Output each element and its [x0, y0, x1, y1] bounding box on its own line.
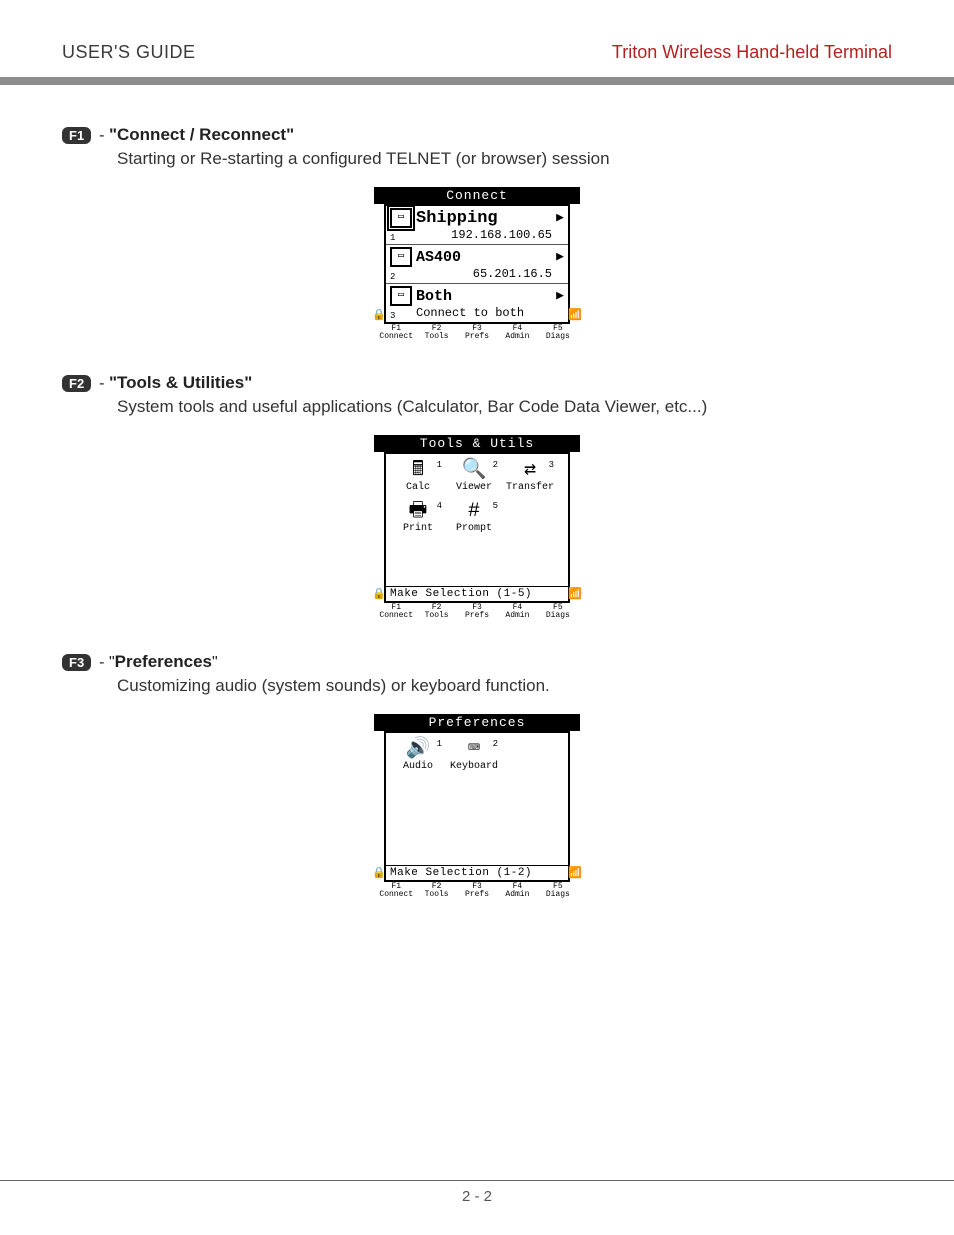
softkey-bar: F1Connect F2Tools F3Prefs F4Admin F5Diag… — [374, 604, 580, 620]
section-f2: F2 - "Tools & Utilities" System tools an… — [62, 373, 892, 620]
content: F1 - "Connect / Reconnect" Starting or R… — [0, 85, 954, 899]
connect-row[interactable]: ▭Shipping 192.168.100.65 1 ▶ — [386, 206, 568, 245]
softkey-bar: F1Connect F2Tools F3Prefs F4Admin F5Diag… — [374, 883, 580, 899]
chevron-right-icon: ▶ — [556, 288, 564, 303]
screen-title: Preferences — [374, 714, 580, 731]
pref-keyboard[interactable]: 2⌨Keyboard — [446, 739, 502, 772]
row-number: 3 — [390, 311, 395, 321]
page-header: USER'S GUIDE Triton Wireless Hand-held T… — [0, 0, 954, 71]
softkey-f2[interactable]: F2Tools — [416, 325, 456, 341]
lock-icon: 🔒 — [374, 452, 384, 603]
lock-icon: 🔒 — [374, 204, 384, 324]
fkey-badge-f3: F3 — [62, 654, 91, 671]
fkey-badge-f1: F1 — [62, 127, 91, 144]
section-heading: F1 - "Connect / Reconnect" — [62, 125, 892, 145]
chevron-right-icon: ▶ — [556, 210, 564, 225]
softkey-f1[interactable]: F1Connect — [376, 325, 416, 341]
dash: - — [99, 654, 109, 671]
row-number: 2 — [390, 272, 395, 282]
terminal-icon: ▭ — [390, 286, 412, 306]
tool-print[interactable]: 4🖶Print — [390, 501, 446, 534]
screen-body: 🔒 ▭Shipping 192.168.100.65 1 ▶ ▭AS400 65… — [374, 204, 580, 324]
screenshot-prefs: Preferences 🔒 1🔊Audio 2⌨Keyboard Make Se… — [62, 714, 892, 899]
section-f3: F3 - "Preferences" Customizing audio (sy… — [62, 652, 892, 899]
connect-name: AS400 — [416, 249, 461, 266]
section-heading: F2 - "Tools & Utilities" — [62, 373, 892, 393]
softkey-bar: F1Connect F2Tools F3Prefs F4Admin F5Diag… — [374, 325, 580, 341]
header-rule — [0, 77, 954, 85]
screenshot-connect: Connect 🔒 ▭Shipping 192.168.100.65 1 ▶ — [62, 187, 892, 341]
lock-icon: 🔒 — [374, 731, 384, 882]
section-title-wrap: - "Tools & Utilities" — [99, 373, 252, 393]
screen-title: Connect — [374, 187, 580, 204]
section-title: "Tools & Utilities" — [109, 373, 252, 392]
softkey-f3[interactable]: F3Prefs — [457, 325, 497, 341]
softkey-f4[interactable]: F4Admin — [497, 883, 537, 899]
connect-list: ▭Shipping 192.168.100.65 1 ▶ ▭AS400 65.2… — [384, 204, 570, 324]
header-left: USER'S GUIDE — [62, 42, 195, 63]
screen-body: 🔒 1🔊Audio 2⌨Keyboard Make Selection (1-2… — [374, 731, 580, 882]
device-screen: Preferences 🔒 1🔊Audio 2⌨Keyboard Make Se… — [374, 714, 580, 899]
connect-row[interactable]: ▭AS400 65.201.16.5 2 ▶ — [386, 245, 568, 284]
status-text: Make Selection (1-2) — [386, 865, 568, 880]
dash: - — [99, 127, 109, 144]
prefs-panel: 1🔊Audio 2⌨Keyboard Make Selection (1-2) — [384, 731, 570, 882]
softkey-f3[interactable]: F3Prefs — [457, 604, 497, 620]
status-text: Make Selection (1-5) — [386, 586, 568, 601]
screen-body: 🔒 1🖩Calc 2🔍Viewer 3⇄Transfer 4🖶Print 5#P… — [374, 452, 580, 603]
section-title: Preferences — [115, 652, 212, 671]
section-desc: System tools and useful applications (Ca… — [117, 397, 892, 417]
softkey-f2[interactable]: F2Tools — [416, 604, 456, 620]
section-heading: F3 - "Preferences" — [62, 652, 892, 672]
connect-row[interactable]: ▭Both Connect to both 3 ▶ — [386, 284, 568, 322]
tools-panel: 1🖩Calc 2🔍Viewer 3⇄Transfer 4🖶Print 5#Pro… — [384, 452, 570, 603]
tool-calc[interactable]: 1🖩Calc — [390, 460, 446, 493]
signal-icon: 📶 — [570, 204, 580, 324]
softkey-f2[interactable]: F2Tools — [416, 883, 456, 899]
softkey-f1[interactable]: F1Connect — [376, 604, 416, 620]
connect-sub: Connect to both — [390, 306, 564, 320]
tool-viewer[interactable]: 2🔍Viewer — [446, 460, 502, 493]
dash: - — [99, 375, 109, 392]
pref-audio[interactable]: 1🔊Audio — [390, 739, 446, 772]
softkey-f1[interactable]: F1Connect — [376, 883, 416, 899]
terminal-icon: ▭ — [390, 247, 412, 267]
page: USER'S GUIDE Triton Wireless Hand-held T… — [0, 0, 954, 1235]
connect-name: Shipping — [416, 209, 498, 228]
row-number: 1 — [390, 233, 395, 243]
section-desc: Customizing audio (system sounds) or key… — [117, 676, 892, 696]
softkey-f5[interactable]: F5Diags — [538, 883, 578, 899]
tool-transfer[interactable]: 3⇄Transfer — [502, 460, 558, 493]
softkey-f5[interactable]: F5Diags — [538, 604, 578, 620]
signal-icon: 📶 — [570, 731, 580, 882]
screen-title: Tools & Utils — [374, 435, 580, 452]
section-title-wrap: - "Connect / Reconnect" — [99, 125, 294, 145]
screenshot-tools: Tools & Utils 🔒 1🖩Calc 2🔍Viewer 3⇄Transf… — [62, 435, 892, 620]
terminal-icon: ▭ — [390, 208, 412, 228]
chevron-right-icon: ▶ — [556, 249, 564, 264]
softkey-f4[interactable]: F4Admin — [497, 325, 537, 341]
section-title: "Connect / Reconnect" — [109, 125, 294, 144]
prefs-grid: 1🔊Audio 2⌨Keyboard — [386, 733, 568, 865]
device-screen: Tools & Utils 🔒 1🖩Calc 2🔍Viewer 3⇄Transf… — [374, 435, 580, 620]
quote: " — [212, 654, 218, 671]
tool-grid: 1🖩Calc 2🔍Viewer 3⇄Transfer 4🖶Print 5#Pro… — [386, 454, 568, 586]
connect-sub: 65.201.16.5 — [390, 267, 564, 281]
fkey-badge-f2: F2 — [62, 375, 91, 392]
section-desc: Starting or Re-starting a configured TEL… — [117, 149, 892, 169]
footer-rule — [0, 1180, 954, 1181]
header-right: Triton Wireless Hand-held Terminal — [612, 42, 892, 63]
section-f1: F1 - "Connect / Reconnect" Starting or R… — [62, 125, 892, 341]
tool-prompt[interactable]: 5#Prompt — [446, 501, 502, 534]
page-number: 2 - 2 — [0, 1188, 954, 1205]
softkey-f5[interactable]: F5Diags — [538, 325, 578, 341]
device-screen: Connect 🔒 ▭Shipping 192.168.100.65 1 ▶ — [374, 187, 580, 341]
connect-name: Both — [416, 288, 452, 305]
section-title-wrap: - "Preferences" — [99, 652, 218, 672]
connect-sub: 192.168.100.65 — [390, 228, 564, 242]
softkey-f4[interactable]: F4Admin — [497, 604, 537, 620]
softkey-f3[interactable]: F3Prefs — [457, 883, 497, 899]
signal-icon: 📶 — [570, 452, 580, 603]
